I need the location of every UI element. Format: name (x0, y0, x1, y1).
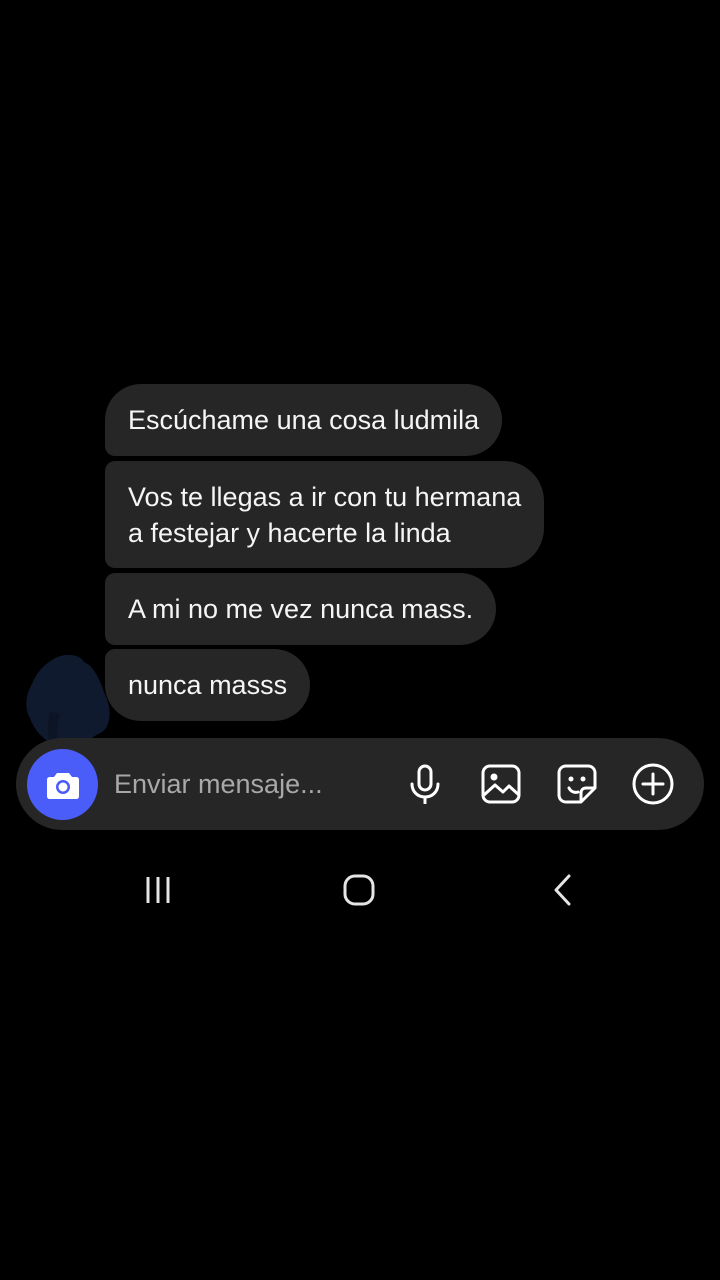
message-text: nunca masss (128, 670, 288, 700)
message-text: Escúchame una cosa ludmila (128, 405, 480, 435)
voice-message-button[interactable] (403, 762, 447, 806)
microphone-icon (410, 764, 440, 804)
system-navigation-bar (0, 860, 720, 920)
message-text: A mi no me vez nunca mass. (128, 594, 474, 624)
message-bubble[interactable]: A mi no me vez nunca mass. (105, 573, 497, 645)
redacted-avatar (26, 654, 110, 750)
message-bubble[interactable]: nunca masss (105, 649, 311, 721)
message-input[interactable] (114, 760, 394, 808)
message-text: Vos te llegas a ir con tu hermana a fest… (128, 481, 522, 548)
sticker-button[interactable] (555, 762, 599, 806)
more-options-button[interactable] (631, 762, 675, 806)
back-icon (554, 874, 571, 906)
recent-apps-button[interactable] (136, 870, 180, 910)
home-icon (343, 874, 375, 906)
message-bubble[interactable]: Escúchame una cosa ludmila (105, 384, 503, 456)
recent-apps-icon (146, 877, 170, 903)
gallery-button[interactable] (479, 762, 523, 806)
message-composer (16, 738, 704, 830)
camera-icon (46, 772, 79, 799)
message-bubble[interactable]: Vos te llegas a ir con tu hermana a fest… (105, 461, 545, 568)
camera-button[interactable] (27, 749, 98, 820)
sticker-icon (557, 764, 597, 804)
back-button[interactable] (540, 870, 584, 910)
plus-circle-icon (632, 763, 674, 805)
gallery-icon (481, 764, 521, 804)
home-button[interactable] (337, 870, 381, 910)
